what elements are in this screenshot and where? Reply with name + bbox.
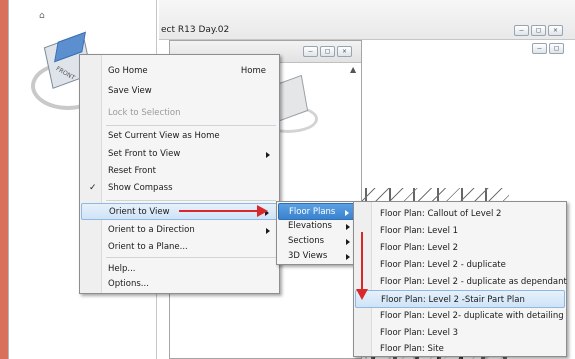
menu-item-set-current-view-as-home[interactable]: Set Current View as Home bbox=[81, 128, 278, 145]
submenu-arrow-icon bbox=[345, 210, 349, 216]
floor-plans-submenu: Floor Plan: Callout of Level 2 Floor Pla… bbox=[353, 201, 567, 357]
submenu-arrow-icon bbox=[346, 254, 350, 260]
menu-item-go-home[interactable]: Go Home Home bbox=[81, 63, 278, 80]
floorplan-item[interactable]: Floor Plan: Callout of Level 2 bbox=[355, 205, 565, 223]
submenu-item-3d-views[interactable]: 3D Views bbox=[278, 248, 358, 265]
floorplan-item[interactable]: Floor Plan: Level 2 bbox=[355, 239, 565, 257]
menu-item-orient-to-a-plane[interactable]: Orient to a Plane... bbox=[81, 239, 278, 256]
main-window-title: ect R13 Day.02 bbox=[161, 25, 230, 35]
menu-separator bbox=[106, 257, 276, 258]
menu-item-show-compass[interactable]: ✓ Show Compass bbox=[81, 180, 278, 197]
menu-item-reset-front[interactable]: Reset Front bbox=[81, 163, 278, 180]
scroll-up-icon[interactable]: ▲ bbox=[350, 65, 356, 74]
checkmark-icon: ✓ bbox=[89, 183, 97, 193]
floorplan-item[interactable]: Floor Plan: Level 1 bbox=[355, 222, 565, 240]
maximize-button[interactable]: □ bbox=[531, 25, 546, 36]
submenu-arrow-icon bbox=[266, 152, 270, 158]
secondary-window-controls: – □ bbox=[532, 43, 564, 54]
maximize-button[interactable]: □ bbox=[549, 43, 564, 54]
screen: ⌂ FRONT ect R13 Day.02 – □ ✕ – □ – □ ✕ ▲… bbox=[8, 0, 575, 359]
floorplan-item[interactable]: Floor Plan: Level 2- duplicate with deta… bbox=[355, 307, 565, 325]
annotation-arrow-down-icon bbox=[356, 232, 368, 300]
orient-to-view-submenu: Floor Plans Elevations Sections 3D Views bbox=[276, 201, 360, 265]
menu-item-options[interactable]: Options... bbox=[81, 276, 278, 293]
home-icon[interactable]: ⌂ bbox=[39, 12, 48, 21]
close-button[interactable]: ✕ bbox=[337, 46, 352, 57]
maximize-button[interactable]: □ bbox=[320, 46, 335, 57]
submenu-arrow-icon bbox=[346, 224, 350, 230]
main-window-controls: – □ ✕ bbox=[514, 25, 563, 36]
menu-separator bbox=[106, 125, 276, 126]
floorplan-item-highlighted[interactable]: Floor Plan: Level 2 -Stair Part Plan bbox=[355, 290, 565, 308]
submenu-arrow-icon bbox=[346, 239, 350, 245]
minimize-button[interactable]: – bbox=[532, 43, 547, 54]
menu-item-save-view[interactable]: Save View bbox=[81, 83, 278, 100]
close-button[interactable]: ✕ bbox=[548, 25, 563, 36]
menu-item-lock-to-selection: Lock to Selection bbox=[108, 108, 181, 118]
floorplan-item[interactable]: Floor Plan: Level 2 - duplicate as depen… bbox=[355, 273, 567, 291]
menu-item-orient-to-a-direction[interactable]: Orient to a Direction bbox=[81, 222, 278, 239]
menu-item-set-front-to-view[interactable]: Set Front to View bbox=[81, 146, 278, 163]
inner-window-controls: – □ ✕ bbox=[303, 46, 352, 57]
minimize-button[interactable]: – bbox=[514, 25, 529, 36]
floorplan-item[interactable]: Floor Plan: Site bbox=[355, 340, 565, 358]
viewcube-context-menu: Go Home Home Save View Lock to Selection… bbox=[79, 54, 280, 294]
annotation-arrow-right-icon bbox=[179, 205, 268, 217]
menu-separator bbox=[106, 200, 276, 201]
floorplan-item[interactable]: Floor Plan: Level 2 - duplicate bbox=[355, 256, 565, 274]
minimize-button[interactable]: – bbox=[303, 46, 318, 57]
submenu-arrow-icon bbox=[266, 228, 270, 234]
main-window-titlebar: ect R13 Day.02 – □ ✕ bbox=[159, 0, 575, 40]
